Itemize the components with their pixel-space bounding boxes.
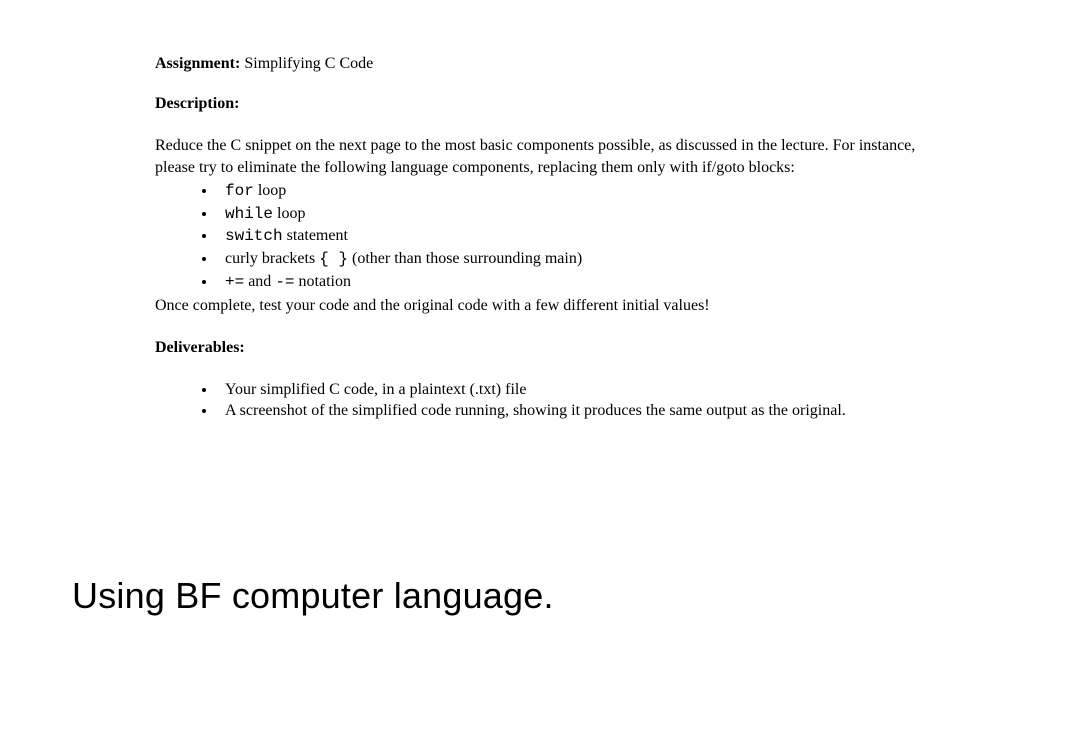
deliverables-list: Your simplified C code, in a plaintext (… xyxy=(217,379,930,422)
text-curly-pre: curly brackets xyxy=(225,250,319,267)
list-item: A screenshot of the simplified code runn… xyxy=(217,400,930,422)
code-plusequal: += xyxy=(225,273,244,291)
text-loop: loop xyxy=(254,182,286,199)
list-item: curly brackets { } (other than those sur… xyxy=(217,248,930,271)
deliverables-heading: Deliverables: xyxy=(155,339,930,357)
code-while: while xyxy=(225,205,273,223)
list-item: for loop xyxy=(217,180,930,203)
text-and: and xyxy=(244,273,275,290)
bottom-note: Using BF computer language. xyxy=(72,575,554,617)
code-for: for xyxy=(225,182,254,200)
list-item: while loop xyxy=(217,203,930,226)
assignment-label: Assignment: xyxy=(155,55,240,72)
code-switch: switch xyxy=(225,227,283,245)
after-components-text: Once complete, test your code and the or… xyxy=(155,295,930,317)
assignment-document: Assignment: Simplifying C Code Descripti… xyxy=(0,0,1080,422)
text-notation: notation xyxy=(295,273,351,290)
text-statement: statement xyxy=(283,227,348,244)
list-item: Your simplified C code, in a plaintext (… xyxy=(217,379,930,401)
text-curly-rest: (other than those surrounding main) xyxy=(348,250,582,267)
description-paragraph: Reduce the C snippet on the next page to… xyxy=(155,135,930,178)
components-list: for loop while loop switch statement cur… xyxy=(217,180,930,293)
list-item: += and -= notation xyxy=(217,271,930,294)
list-item: switch statement xyxy=(217,225,930,248)
assignment-line: Assignment: Simplifying C Code xyxy=(155,55,930,73)
description-heading: Description: xyxy=(155,95,930,113)
text-loop: loop xyxy=(273,205,305,222)
code-braces: { } xyxy=(319,250,348,268)
assignment-title: Simplifying C Code xyxy=(244,55,373,72)
code-minusequal: -= xyxy=(275,273,294,291)
